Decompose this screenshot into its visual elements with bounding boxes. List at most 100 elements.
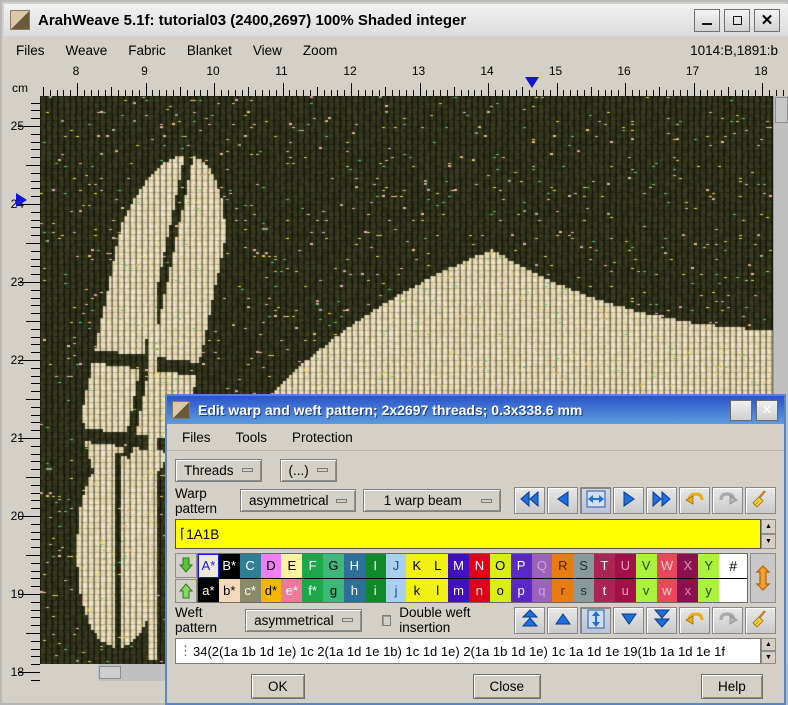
palette-swatch-Bstar[interactable]: B* xyxy=(218,554,240,578)
weft-redo-button[interactable] xyxy=(712,606,743,634)
vertical-ruler[interactable]: 25 24 23 22 21 20 19 18 xyxy=(4,96,40,681)
close-button-dialog[interactable]: Close xyxy=(472,673,542,699)
palette-swatch-W[interactable]: W xyxy=(656,554,678,578)
palette-swatch-Y[interactable]: Y xyxy=(698,554,720,578)
palette-swatch-h[interactable]: h xyxy=(343,578,365,603)
palette-swatch-I[interactable]: I xyxy=(364,554,386,578)
warp-next-button[interactable] xyxy=(613,487,644,514)
palette-swatch-D[interactable]: D xyxy=(260,554,282,578)
palette-swatch-fstar[interactable]: f* xyxy=(302,578,324,603)
weft-clear-button[interactable] xyxy=(745,606,776,634)
dialog-menu-protection[interactable]: Protection xyxy=(282,428,363,447)
vertical-scrollbar-thumb[interactable] xyxy=(775,97,788,123)
dialog-close-button[interactable]: ✕ xyxy=(756,399,778,421)
double-weft-insertion-checkbox[interactable] xyxy=(381,614,392,626)
palette-swatch-astar[interactable]: a* xyxy=(198,578,219,603)
ok-button[interactable]: OK xyxy=(251,673,305,699)
palette-swatch-M[interactable]: M xyxy=(448,554,469,578)
warp-last-button[interactable] xyxy=(646,487,677,514)
maximize-button[interactable] xyxy=(724,8,750,32)
dialog-titlebar[interactable]: Edit warp and weft pattern; 2x2697 threa… xyxy=(167,396,784,424)
palette-swatch-J[interactable]: J xyxy=(385,554,407,578)
dialog-maximize-button[interactable] xyxy=(730,399,752,421)
ellipsis-dropdown[interactable]: (...) xyxy=(279,458,337,482)
palette-swatch-l[interactable]: l xyxy=(427,578,449,603)
weft-pattern-input[interactable]: ⋮ 34(2(1a 1b 1d 1e) 1c 2(1a 1d 1e 1b) 1c… xyxy=(175,638,761,664)
palette-swatch-S[interactable]: S xyxy=(573,554,595,578)
spinner-down-icon[interactable]: ▼ xyxy=(761,651,776,664)
palette-swatch-K[interactable]: K xyxy=(406,554,428,578)
threads-dropdown[interactable]: Threads xyxy=(175,458,262,482)
window-titlebar[interactable]: ArahWeave 5.1f: tutorial03 (2400,2697) 1… xyxy=(4,4,788,37)
warp-symmetry-dropdown[interactable]: asymmetrical xyxy=(239,489,357,512)
weft-undo-button[interactable] xyxy=(679,606,710,634)
palette-swatch-w[interactable]: w xyxy=(656,578,678,603)
palette-swatch-G[interactable]: G xyxy=(323,554,344,578)
palette-swatch-C[interactable]: C xyxy=(239,554,261,578)
spinner-up-icon[interactable]: ▲ xyxy=(761,638,776,651)
weft-pattern-spinner[interactable]: ▲ ▼ xyxy=(761,638,776,664)
weft-fit-height-button[interactable] xyxy=(580,606,611,634)
palette-swatch-bstar[interactable]: b* xyxy=(218,578,240,603)
palette-swatch-j[interactable]: j xyxy=(385,578,407,603)
palette-swatch-q[interactable]: q xyxy=(531,578,553,603)
palette-swatch-X[interactable]: X xyxy=(677,554,699,578)
palette-up-arrow-button[interactable] xyxy=(175,578,197,603)
palette-swatch-p[interactable]: p xyxy=(510,578,532,603)
warp-pattern-input[interactable]: ⌈ 1A1B xyxy=(175,519,761,549)
vertical-position-marker[interactable] xyxy=(16,193,27,208)
warp-first-button[interactable] xyxy=(514,487,545,514)
palette-swatch-m[interactable]: m xyxy=(448,578,469,603)
weft-bottom-button[interactable] xyxy=(646,606,677,634)
palette-swatch-estar[interactable]: e* xyxy=(281,578,303,603)
palette-swatch-t[interactable]: t xyxy=(594,578,615,603)
warp-previous-button[interactable] xyxy=(547,487,578,514)
palette-swatch-V[interactable]: V xyxy=(635,554,657,578)
palette-swatch-u[interactable]: u xyxy=(614,578,636,603)
menu-blanket[interactable]: Blanket xyxy=(178,40,241,61)
palette-swatch-y[interactable]: y xyxy=(698,578,720,603)
warp-clear-button[interactable] xyxy=(745,487,776,514)
warp-fit-width-button[interactable] xyxy=(580,487,611,514)
palette-swatch-o[interactable]: o xyxy=(489,578,511,603)
palette-swatch-i[interactable]: i xyxy=(364,578,386,603)
palette-swatch-Astar[interactable]: A* xyxy=(198,554,219,578)
horizontal-ruler[interactable]: cm 8 9 10 11 12 13 14 15 16 17 18 xyxy=(4,64,788,96)
menu-files[interactable]: Files xyxy=(7,40,54,61)
close-button[interactable]: ✕ xyxy=(754,8,780,32)
warp-pattern-spinner[interactable]: ▲ ▼ xyxy=(761,519,776,549)
palette-swatch-R[interactable]: R xyxy=(552,554,574,578)
palette-swatch-v[interactable]: v xyxy=(635,578,657,603)
warp-beam-dropdown[interactable]: 1 warp beam xyxy=(363,489,501,512)
palette-swatch-P[interactable]: P xyxy=(510,554,532,578)
palette-swatch-r[interactable]: r xyxy=(552,578,574,603)
spinner-up-icon[interactable]: ▲ xyxy=(761,519,776,534)
palette-swatch-N[interactable]: N xyxy=(468,554,490,578)
horizontal-scroll-left-button[interactable] xyxy=(99,666,121,679)
palette-swatch-T[interactable]: T xyxy=(594,554,615,578)
palette-swatch-k[interactable]: k xyxy=(406,578,428,603)
spinner-down-icon[interactable]: ▼ xyxy=(761,534,776,549)
palette-swatch-g[interactable]: g xyxy=(323,578,344,603)
palette-swatch-dstar[interactable]: d* xyxy=(260,578,282,603)
dialog-menu-files[interactable]: Files xyxy=(172,428,221,447)
palette-swap-button[interactable] xyxy=(750,553,776,603)
warp-undo-button[interactable] xyxy=(679,487,710,514)
palette-swatch-H[interactable]: H xyxy=(343,554,365,578)
menu-view[interactable]: View xyxy=(244,40,291,61)
menu-weave[interactable]: Weave xyxy=(57,40,117,61)
help-button[interactable]: Help xyxy=(701,673,763,699)
horizontal-position-marker[interactable] xyxy=(524,77,539,88)
minimize-button[interactable] xyxy=(694,8,720,32)
menu-zoom[interactable]: Zoom xyxy=(294,40,347,61)
weft-top-button[interactable] xyxy=(514,606,545,634)
palette-down-arrow-button[interactable] xyxy=(175,553,197,578)
weft-symmetry-dropdown[interactable]: asymmetrical xyxy=(245,608,362,632)
palette-swatch-L[interactable]: L xyxy=(427,554,449,578)
palette-swatch-F[interactable]: F xyxy=(302,554,324,578)
palette-swatch-Q[interactable]: Q xyxy=(531,554,553,578)
palette-swatch-O[interactable]: O xyxy=(489,554,511,578)
menu-fabric[interactable]: Fabric xyxy=(119,40,175,61)
warp-redo-button[interactable] xyxy=(712,487,743,514)
palette-swatch-U[interactable]: U xyxy=(614,554,636,578)
